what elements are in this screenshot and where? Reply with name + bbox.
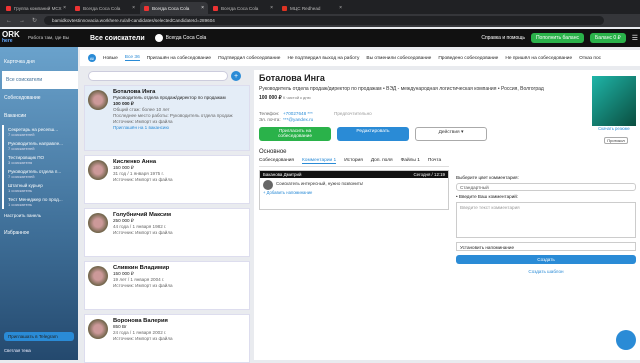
- help-link[interactable]: Справка и помощь: [481, 35, 525, 41]
- tab-history[interactable]: История: [344, 158, 363, 164]
- logo[interactable]: ORK here: [0, 31, 28, 45]
- list-item[interactable]: Боталова Инга Руководитель отдела продаж…: [84, 85, 250, 151]
- vacancy-item[interactable]: Руководитель направле... 7 соискателей: [2, 139, 78, 153]
- add-reminder-link[interactable]: + Добавить напоминание: [260, 186, 448, 199]
- candidate-salary: 100 000 ₽: [259, 95, 282, 101]
- address-bar: ← → ↻ bamidkovtestinnovacia.workhere.ru/…: [0, 14, 640, 27]
- browser-tab[interactable]: Группа компаний МСХ ×: [2, 2, 70, 14]
- workspace-label: Работа там, где Вы: [28, 35, 70, 40]
- download-resume-link[interactable]: Скачать резюме: [598, 126, 630, 131]
- sidebar-item-interviews[interactable]: Собеседование: [0, 89, 78, 107]
- sidebar-item-all[interactable]: Все соискатели: [2, 71, 78, 89]
- sidebar: Карточка дня Все соискатели Собеседовани…: [0, 47, 78, 360]
- topup-button[interactable]: Пополнить баланс: [530, 33, 584, 43]
- favicon-icon: [282, 5, 287, 11]
- filter-tab[interactable]: Новые: [103, 56, 118, 61]
- company-name[interactable]: Всегда Coca Cola: [166, 35, 207, 41]
- vacancy-item[interactable]: Тест Менеджер по прод... 1 соискатель: [2, 195, 78, 209]
- comment-form: Выберите цвет комментария: Стандартный •…: [456, 175, 636, 274]
- close-tab-icon[interactable]: ×: [132, 5, 135, 11]
- avatar: [263, 180, 273, 190]
- vacancy-item[interactable]: Секретарь на ресепш... 7 соискателей: [2, 125, 78, 139]
- avatar: [88, 266, 108, 286]
- sidebar-item-card[interactable]: Карточка дня: [0, 53, 78, 71]
- filter-tab[interactable]: Проведено собеседование: [438, 56, 498, 61]
- list-item[interactable]: Голубничий Максим 250 000 ₽ 44 года / 1 …: [84, 208, 250, 257]
- browser-tab[interactable]: МЦС Redhead ×: [278, 2, 346, 14]
- create-comment-button[interactable]: Создать: [456, 255, 636, 264]
- chat-icon[interactable]: [616, 330, 636, 350]
- filter-tab[interactable]: Не подтвердил выход на работу: [287, 56, 359, 61]
- filter-tab[interactable]: Подтвердил собеседование: [218, 56, 280, 61]
- list-item[interactable]: Воронова Валерия 850 Br 24 года / 1 янва…: [84, 314, 250, 363]
- candidate-photo: [592, 76, 636, 126]
- avatar: [88, 160, 108, 180]
- avatar: [88, 319, 108, 339]
- app-header: ORK here Работа там, где Вы Все соискател…: [0, 29, 640, 47]
- filter-tab[interactable]: Пригашён на собеседование: [147, 56, 211, 61]
- filter-tab[interactable]: Не пришёл на собеседование: [505, 56, 572, 61]
- filter-tab[interactable]: Вы отменили собеседование: [366, 56, 431, 61]
- comment-card: Баканова Дмитрий Сегодня / 12:19 Соискате…: [259, 170, 449, 210]
- back-icon[interactable]: ←: [6, 18, 12, 24]
- tab-mail[interactable]: Почта: [428, 158, 441, 164]
- avatar: [88, 90, 108, 110]
- browser-tab[interactable]: Всегда Coca Cola ×: [209, 2, 277, 14]
- list-item[interactable]: Кисленко Анна 150 000 ₽ 31 год / 1 январ…: [84, 155, 250, 204]
- candidate-list: + Боталова Инга Руководитель отдела прод…: [84, 70, 250, 363]
- phone-link[interactable]: +70027648 ***: [283, 111, 313, 116]
- balance-button[interactable]: Баланс 0 ₽: [589, 33, 626, 43]
- section-title: Основное: [259, 149, 287, 155]
- reminder-checkbox[interactable]: Установить напоминание: [456, 242, 636, 251]
- sidebar-item-vacancies[interactable]: Вакансии: [0, 107, 78, 125]
- filter-tab[interactable]: Отказ пос: [579, 56, 601, 61]
- favicon-icon: [6, 5, 11, 11]
- add-candidate-button[interactable]: +: [231, 71, 241, 81]
- close-tab-icon[interactable]: ×: [270, 5, 273, 11]
- email-link[interactable]: ***@yandex.ru: [283, 117, 313, 122]
- menu-icon[interactable]: ☰: [632, 34, 638, 42]
- customize-panel-link[interactable]: Настроить панель: [0, 209, 78, 224]
- forward-icon[interactable]: →: [19, 18, 25, 24]
- reload-icon[interactable]: ↻: [32, 17, 37, 24]
- tab-comments[interactable]: Комментарии 1: [302, 158, 337, 164]
- favicon-icon: [213, 5, 218, 11]
- close-tab-icon[interactable]: ×: [201, 5, 204, 11]
- invite-interview-button[interactable]: Пригласить на собеседование: [259, 127, 331, 141]
- filter-tab-active[interactable]: Все 36: [124, 55, 140, 61]
- browser-tab-strip: Группа компаний МСХ × Всегда Coca Cola × В…: [0, 0, 640, 14]
- filter-all-badge[interactable]: All: [88, 54, 96, 62]
- theme-toggle[interactable]: Светлая тема: [0, 346, 78, 355]
- comment-color-select[interactable]: Стандартный: [456, 183, 636, 191]
- list-item[interactable]: Сливкин Владимир 150 000 ₽ 19 лет / 1 ян…: [84, 261, 250, 310]
- close-tab-icon[interactable]: ×: [339, 5, 342, 11]
- browser-tab-active[interactable]: Всегда Coca Cola ×: [140, 2, 208, 14]
- comment-textarea[interactable]: Введите текст комментария: [456, 202, 636, 238]
- protocol-button[interactable]: Протокол: [604, 137, 628, 144]
- browser-tab[interactable]: Всегда Coca Cola ×: [71, 2, 139, 14]
- vacancy-item[interactable]: Тестировщик ПО 3 соискателя: [2, 153, 78, 167]
- actions-dropdown[interactable]: Действия ▾: [415, 127, 487, 141]
- search-input[interactable]: [88, 71, 228, 81]
- status-filter-bar: All Новые Все 36 Пригашён на собеседован…: [80, 50, 640, 66]
- favorites-link[interactable]: Избранное: [0, 224, 78, 242]
- create-template-link[interactable]: Создать шаблон: [456, 269, 636, 274]
- favicon-icon: [144, 5, 149, 11]
- favicon-icon: [75, 5, 80, 11]
- company-logo-icon: [154, 34, 163, 42]
- tab-fields[interactable]: Доп. поля: [371, 158, 393, 164]
- vacancy-item[interactable]: Штатный курьер 1 соискатель: [2, 181, 78, 195]
- tab-interviews[interactable]: Собеседования: [259, 158, 294, 164]
- candidate-subtitle: Руководитель отдела продаж/директор по п…: [259, 86, 544, 92]
- tab-files[interactable]: Файлы 1: [401, 158, 420, 164]
- page-title: Все соискатели: [90, 34, 145, 42]
- url-field[interactable]: bamidkovtestinnovacia.workhere.ru/all-ca…: [44, 16, 605, 25]
- edit-button[interactable]: Редактировать: [337, 127, 409, 141]
- candidate-name: Боталова Инга: [259, 73, 325, 83]
- close-tab-icon[interactable]: ×: [63, 5, 66, 11]
- avatar: [88, 213, 108, 233]
- telegram-invite-button[interactable]: Приглашать в Telegram: [4, 332, 74, 341]
- vacancy-item[interactable]: Руководитель отдела п... 7 соискателей: [2, 167, 78, 181]
